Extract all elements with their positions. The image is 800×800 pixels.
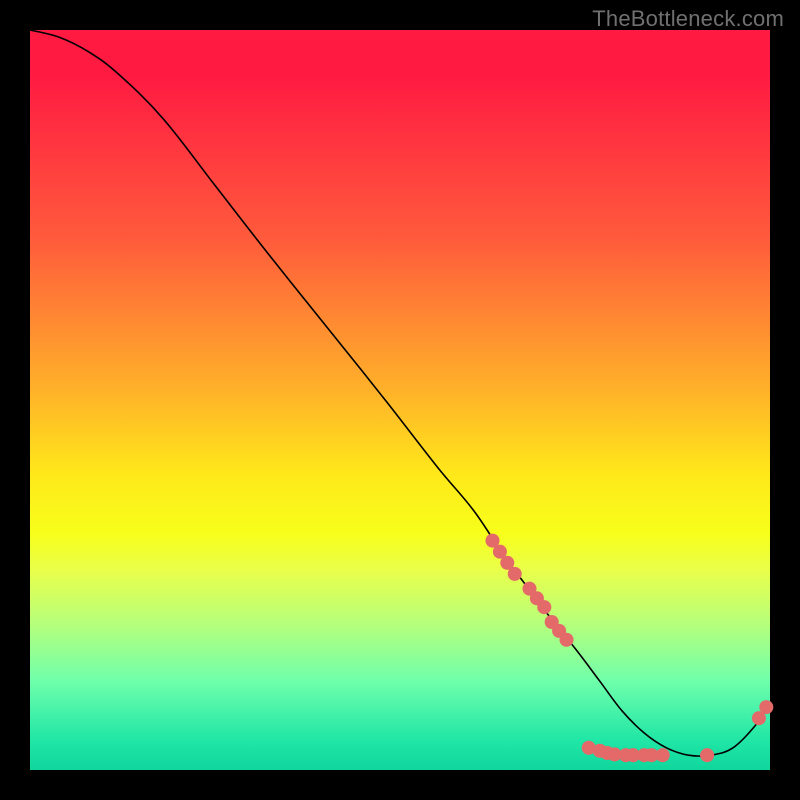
chart-svg — [30, 30, 770, 770]
marker-dot — [559, 633, 573, 647]
curve-line — [30, 30, 770, 756]
marker-dot — [656, 748, 670, 762]
marker-group — [485, 534, 773, 763]
marker-dot — [508, 567, 522, 581]
chart-frame: TheBottleneck.com — [0, 0, 800, 800]
marker-dot — [759, 700, 773, 714]
marker-dot — [537, 600, 551, 614]
marker-dot — [700, 748, 714, 762]
watermark-text: TheBottleneck.com — [592, 6, 784, 32]
plot-area — [30, 30, 770, 770]
